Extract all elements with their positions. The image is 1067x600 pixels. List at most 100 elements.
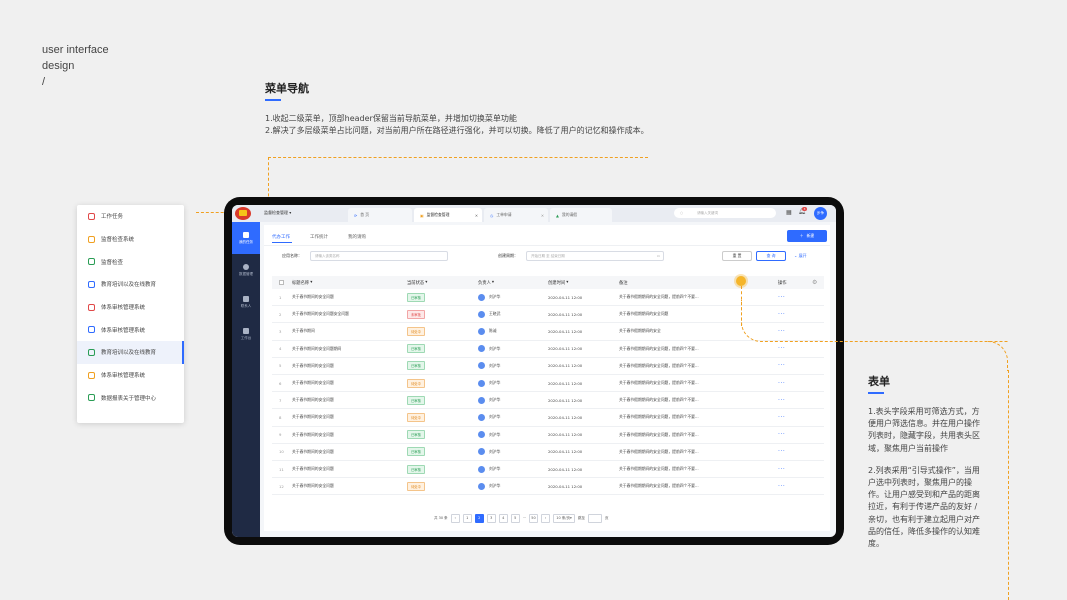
jump-input[interactable] bbox=[588, 513, 603, 523]
new-button[interactable]: ＋新建 bbox=[787, 230, 827, 242]
expand-toggle[interactable]: ⌄ 展开 bbox=[794, 253, 807, 259]
filter-label-date: 创建周期： bbox=[498, 253, 518, 258]
close-icon[interactable]: ✕ bbox=[475, 213, 478, 218]
tab-leave[interactable]: ▲ 我的请假 bbox=[550, 208, 612, 222]
row-owner: 刘沪华 bbox=[489, 466, 501, 472]
status-badge: 已审核 bbox=[407, 361, 425, 371]
close-icon[interactable]: ✕ bbox=[541, 213, 544, 218]
prev-page-button[interactable]: ‹ bbox=[450, 513, 460, 523]
status-badge: 已审核 bbox=[407, 292, 425, 302]
page-button[interactable]: 3 bbox=[486, 513, 496, 523]
page-button[interactable]: 50 bbox=[529, 513, 539, 523]
row-note: 关于春节假期期间的安全问题，提前四个不要… bbox=[619, 397, 699, 403]
system-switcher[interactable]: 监督检查管理 ▾ bbox=[264, 210, 291, 216]
row-note: 关于春节假期期间的安全问题，提前四个不要… bbox=[619, 294, 699, 300]
menu-item[interactable]: 教育培训以及在线教育 bbox=[77, 341, 184, 364]
tab-home[interactable]: ⟳ 首 页 bbox=[348, 208, 412, 222]
table-row[interactable]: 7 关于春节期间的安全问题 已审核 刘沪华 2020-04-11 12:00 关于春节假期… bbox=[272, 392, 824, 410]
avatar bbox=[478, 379, 485, 387]
chart-icon: ▲ bbox=[556, 212, 559, 218]
status-badge: 已审核 bbox=[407, 430, 425, 440]
table-row[interactable]: 4 关于春节期间的安全问题期间 已审核 刘沪华 2020-04-11 12:00 关于春节… bbox=[272, 341, 824, 358]
tab-work-order[interactable]: ◷ 工单申请 ✕ bbox=[484, 208, 548, 222]
menu-item[interactable]: 工作任务 bbox=[77, 205, 184, 228]
nav-item-contacts[interactable]: 联系人 bbox=[232, 286, 260, 318]
menu-item[interactable]: 体系审核管理系统 bbox=[77, 296, 184, 319]
page-button[interactable]: 1 bbox=[462, 513, 472, 523]
more-actions-icon[interactable]: ··· bbox=[778, 397, 785, 404]
menu-item[interactable]: 监督检查系统 bbox=[77, 228, 184, 251]
more-actions-icon[interactable]: ··· bbox=[778, 448, 785, 455]
avatar[interactable]: 步争 bbox=[814, 207, 827, 220]
page-button[interactable]: 5 bbox=[510, 513, 520, 523]
table-row[interactable]: 10 关于春节期间的安全问题 已审核 刘沪华 2020-04-11 12:00 关于春节假… bbox=[272, 444, 824, 461]
apps-grid-icon[interactable]: ▦ bbox=[786, 209, 792, 216]
column-header-owner[interactable]: 负责人 ▾ bbox=[478, 276, 494, 289]
column-header-status[interactable]: 当前状态 ▾ bbox=[407, 276, 427, 289]
more-actions-icon[interactable]: ··· bbox=[778, 431, 785, 438]
menu-item[interactable]: 数据报表关于管理中心 bbox=[77, 387, 184, 410]
more-actions-icon[interactable]: ··· bbox=[778, 483, 785, 490]
row-time: 2020-04-11 12:00 bbox=[548, 432, 583, 438]
table-row[interactable]: 5 关于春节期间的安全问题 已审核 刘沪华 2020-04-11 12:00 关于春节假期… bbox=[272, 358, 824, 375]
row-note: 关于春节假期期间的安全问题，提前四个不要… bbox=[619, 483, 699, 489]
divider bbox=[264, 245, 830, 246]
tab-inspection[interactable]: ▣ 监督检查管理 ✕ bbox=[414, 208, 482, 222]
calendar-icon bbox=[243, 231, 249, 238]
search-icon: ○ bbox=[680, 211, 684, 215]
select-all-checkbox[interactable] bbox=[279, 280, 284, 285]
app-name-input[interactable]: 请输入该类名称 bbox=[310, 251, 448, 261]
focus-marker bbox=[736, 276, 746, 286]
more-actions-icon[interactable]: ··· bbox=[778, 414, 785, 421]
avatar bbox=[478, 327, 485, 335]
reset-button[interactable]: 重 置 bbox=[722, 251, 752, 261]
page-size-select[interactable]: 10 条/页 ▾ bbox=[553, 513, 576, 523]
page-button[interactable]: 2 bbox=[474, 513, 484, 523]
nav-item-data[interactable]: 数据管理 bbox=[232, 254, 260, 286]
row-number: 7 bbox=[279, 397, 282, 403]
query-button[interactable]: 查 询 bbox=[756, 251, 786, 261]
menu-item[interactable]: 体系审核管理系统 bbox=[77, 318, 184, 341]
row-owner: 陈诚 bbox=[489, 328, 497, 334]
row-note: 关于春节假期期间的安全问题，提前四个不要… bbox=[619, 414, 699, 420]
table-row[interactable]: 11 关于春节期间的安全问题 已审核 刘沪华 2020-04-11 12:00 关于春节假… bbox=[272, 461, 824, 479]
column-header-title[interactable]: 标题名称 ▾ bbox=[292, 276, 312, 289]
guide-line bbox=[268, 157, 648, 158]
page-button[interactable]: 4 bbox=[498, 513, 508, 523]
menu-item[interactable]: 体系审核管理系统 bbox=[77, 364, 184, 387]
page-suffix: 页 bbox=[605, 515, 609, 520]
subtab-stats[interactable]: 工作统计 bbox=[310, 234, 328, 240]
menu-item[interactable]: 教育培训以及在线教育 bbox=[77, 273, 184, 296]
nav-item-tasks[interactable]: 我的任务 bbox=[232, 222, 260, 254]
table-row[interactable]: 6 关于春节期间的安全问题 待处中 刘沪华 2020-04-11 12:00 关于春节假期… bbox=[272, 375, 824, 393]
more-actions-icon[interactable]: ··· bbox=[778, 345, 785, 352]
nav-item-workbench[interactable]: 工作台 bbox=[232, 318, 260, 350]
table-row[interactable]: 8 关于春节期间的安全问题 待处中 刘沪华 2020-04-11 12:00 关于春节假期… bbox=[272, 409, 824, 427]
settings-icon[interactable]: ⚙ bbox=[812, 279, 817, 286]
search-input[interactable]: ○ 请输入关键词 bbox=[674, 208, 776, 218]
next-page-button[interactable]: › bbox=[541, 513, 551, 523]
column-header-time[interactable]: 创建时间 ▾ bbox=[548, 276, 568, 289]
more-actions-icon[interactable]: ··· bbox=[778, 380, 785, 387]
subtab-pending[interactable]: 代办工作 bbox=[272, 234, 290, 240]
table-row[interactable]: 9 关于春节期间的安全问题 已审核 刘沪华 2020-04-11 12:00 关于春节假期… bbox=[272, 427, 824, 444]
menu-item-label: 监督检查系统 bbox=[101, 237, 135, 244]
status-badge: 待处中 bbox=[407, 481, 425, 491]
column-header-note: 备注 bbox=[619, 280, 628, 286]
menu-item[interactable]: 监督检查 bbox=[77, 250, 184, 273]
date-range-input[interactable]: 开始日期 至 结束日期 ▭ bbox=[526, 251, 664, 261]
avatar bbox=[478, 362, 485, 370]
row-number: 2 bbox=[279, 311, 282, 317]
pie-icon bbox=[243, 263, 249, 270]
sort-icon: ▾ bbox=[425, 280, 428, 285]
clock-icon: ◷ bbox=[490, 212, 494, 218]
status-badge: 未审批 bbox=[407, 309, 425, 319]
subtab-purchase[interactable]: 我的请购 bbox=[348, 234, 366, 240]
avatar bbox=[478, 448, 485, 456]
row-number: 10 bbox=[279, 449, 284, 455]
more-actions-icon[interactable]: ··· bbox=[778, 362, 785, 369]
row-time: 2020-04-11 12:00 bbox=[548, 363, 583, 369]
workbench-icon bbox=[243, 327, 249, 334]
more-actions-icon[interactable]: ··· bbox=[778, 466, 785, 473]
table-row[interactable]: 12 关于春节期间的安全问题 待处中 刘沪华 2020-04-11 12:00 关于春节假… bbox=[272, 478, 824, 496]
